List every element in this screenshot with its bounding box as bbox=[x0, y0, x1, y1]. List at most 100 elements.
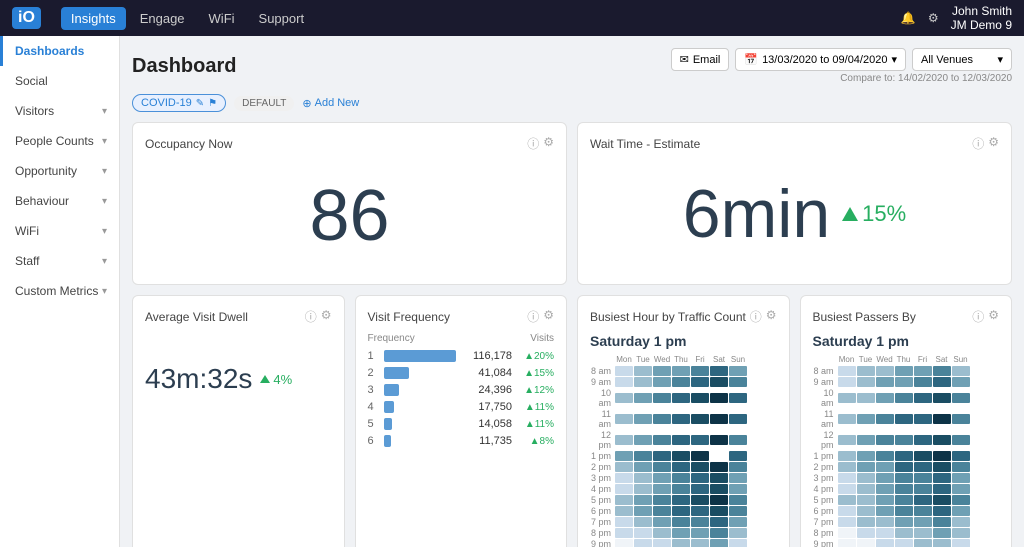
date-range-select[interactable]: 📅 13/03/2020 to 09/04/2020 ▾ bbox=[735, 48, 906, 71]
heatmap-cell bbox=[857, 517, 875, 527]
freq-change: ▲8% bbox=[518, 436, 554, 447]
freq-table-row: 3 24,396 ▲12% bbox=[368, 384, 555, 396]
freq-table-row: 5 14,058 ▲11% bbox=[368, 418, 555, 430]
heatmap-cell bbox=[952, 377, 970, 387]
heatmap-cell bbox=[857, 473, 875, 483]
settings-icon[interactable]: ⚙ bbox=[321, 308, 332, 325]
info-icon[interactable]: ⓘ bbox=[750, 308, 762, 325]
nav-engage[interactable]: Engage bbox=[130, 7, 195, 30]
edit-icon[interactable]: ✎ bbox=[196, 98, 204, 109]
info-icon[interactable]: ⓘ bbox=[305, 308, 317, 325]
heatmap-cell bbox=[634, 462, 652, 472]
heatmap-data-row: 3 pm bbox=[590, 473, 777, 483]
heatmap-cell bbox=[914, 495, 932, 505]
busiest-traffic-title: Busiest Hour by Traffic Count bbox=[590, 310, 746, 324]
heatmap-cell bbox=[914, 506, 932, 516]
covid-tag[interactable]: COVID-19 ✎ ⚑ bbox=[132, 94, 226, 112]
freq-bar bbox=[384, 350, 457, 362]
sidebar-item-wifi[interactable]: WiFi ▾ bbox=[0, 216, 119, 246]
heatmap-cell bbox=[710, 377, 728, 387]
heatmap-day-label: Tue bbox=[857, 355, 875, 364]
settings-icon[interactable]: ⚙ bbox=[766, 308, 777, 325]
heatmap-cell bbox=[838, 435, 856, 445]
freq-number: 1 bbox=[368, 350, 378, 362]
email-icon: ✉ bbox=[680, 53, 689, 66]
heatmap-cell bbox=[876, 366, 894, 376]
heatmap-cell bbox=[876, 539, 894, 547]
heatmap-cell bbox=[691, 539, 709, 547]
busiest-traffic-subtitle: Saturday 1 pm bbox=[590, 333, 777, 349]
settings-icon[interactable]: ⚙ bbox=[988, 135, 999, 152]
heatmap-cell bbox=[672, 484, 690, 494]
heatmap-cell bbox=[653, 473, 671, 483]
heatmap-cell bbox=[838, 495, 856, 505]
heatmap-hour-label: 3 pm bbox=[813, 473, 837, 483]
heatmap-cell bbox=[653, 506, 671, 516]
venue-select[interactable]: All Venues ▾ bbox=[912, 48, 1012, 71]
heatmap-hour-label: 7 pm bbox=[813, 517, 837, 527]
chevron-down-icon: ▾ bbox=[102, 196, 107, 207]
heatmap-cell bbox=[615, 366, 633, 376]
heatmap-data-row: 8 am bbox=[813, 366, 1000, 376]
freq-number: 2 bbox=[368, 367, 378, 379]
heatmap-header-row: MonTueWedThuFriSatSun bbox=[813, 355, 1000, 364]
card-actions: ⓘ ⚙ bbox=[527, 308, 554, 325]
heatmap-cell bbox=[653, 414, 671, 424]
heatmap-data-row: 11 am bbox=[590, 409, 777, 429]
logo[interactable]: iO bbox=[12, 7, 41, 29]
heatmap-cell bbox=[952, 539, 970, 547]
nav-links: Insights Engage WiFi Support bbox=[61, 7, 901, 30]
heatmap-cell bbox=[838, 462, 856, 472]
nav-wifi[interactable]: WiFi bbox=[199, 7, 245, 30]
heatmap-cell bbox=[914, 539, 932, 547]
email-button[interactable]: ✉ Email bbox=[671, 48, 730, 71]
chevron-down-icon: ▾ bbox=[102, 166, 107, 177]
freq-bar bbox=[384, 401, 395, 413]
add-new-button[interactable]: ⊕ Add New bbox=[302, 97, 359, 110]
freq-change: ▲11% bbox=[518, 419, 554, 430]
heatmap-cell bbox=[914, 484, 932, 494]
heatmap-cell bbox=[634, 517, 652, 527]
heatmap-cell bbox=[914, 528, 932, 538]
info-icon[interactable]: ⓘ bbox=[527, 308, 539, 325]
heatmap-cell bbox=[615, 539, 633, 547]
heatmap-cell bbox=[876, 451, 894, 461]
heatmap-hour-label: 8 pm bbox=[813, 528, 837, 538]
sidebar-item-people-counts[interactable]: People Counts ▾ bbox=[0, 126, 119, 156]
sidebar-item-staff[interactable]: Staff ▾ bbox=[0, 246, 119, 276]
heatmap-day-label: Thu bbox=[672, 355, 690, 364]
sidebar-item-custom-metrics[interactable]: Custom Metrics ▾ bbox=[0, 276, 119, 306]
sidebar-item-visitors[interactable]: Visitors ▾ bbox=[0, 96, 119, 126]
heatmap-cell bbox=[933, 539, 951, 547]
heatmap-cell bbox=[914, 393, 932, 403]
info-icon[interactable]: ⓘ bbox=[972, 135, 984, 152]
sidebar-item-opportunity[interactable]: Opportunity ▾ bbox=[0, 156, 119, 186]
settings-icon[interactable]: ⚙ bbox=[543, 308, 554, 325]
info-icon[interactable]: ⓘ bbox=[527, 135, 539, 152]
email-label: Email bbox=[693, 54, 721, 66]
sidebar-item-dashboards[interactable]: Dashboards bbox=[0, 36, 119, 66]
heatmap-cell bbox=[857, 462, 875, 472]
sidebar-item-social[interactable]: Social bbox=[0, 66, 119, 96]
sidebar-item-behaviour[interactable]: Behaviour ▾ bbox=[0, 186, 119, 216]
wait-time-card: Wait Time - Estimate ⓘ ⚙ 6min 15% bbox=[577, 122, 1012, 285]
heatmap-cell bbox=[634, 506, 652, 516]
heatmap-hour-label: 4 pm bbox=[590, 484, 614, 494]
heatmap-hour-label: 1 pm bbox=[813, 451, 837, 461]
nav-insights[interactable]: Insights bbox=[61, 7, 126, 30]
heatmap-data-row: 9 am bbox=[813, 377, 1000, 387]
heatmap-cell bbox=[933, 517, 951, 527]
heatmap-hour-label: 8 am bbox=[813, 366, 837, 376]
settings-icon[interactable]: ⚙ bbox=[543, 135, 554, 152]
nav-support[interactable]: Support bbox=[249, 7, 315, 30]
gear-icon[interactable]: ⚙ bbox=[928, 11, 939, 25]
heatmap-cell bbox=[876, 473, 894, 483]
heatmap-cell bbox=[876, 435, 894, 445]
heatmap-cell bbox=[933, 435, 951, 445]
heatmap-day-label: Sat bbox=[710, 355, 728, 364]
bell-icon[interactable]: 🔔 bbox=[901, 11, 916, 25]
info-icon[interactable]: ⓘ bbox=[972, 308, 984, 325]
heatmap-cell bbox=[876, 414, 894, 424]
card-header: Wait Time - Estimate ⓘ ⚙ bbox=[590, 135, 999, 152]
settings-icon[interactable]: ⚙ bbox=[988, 308, 999, 325]
